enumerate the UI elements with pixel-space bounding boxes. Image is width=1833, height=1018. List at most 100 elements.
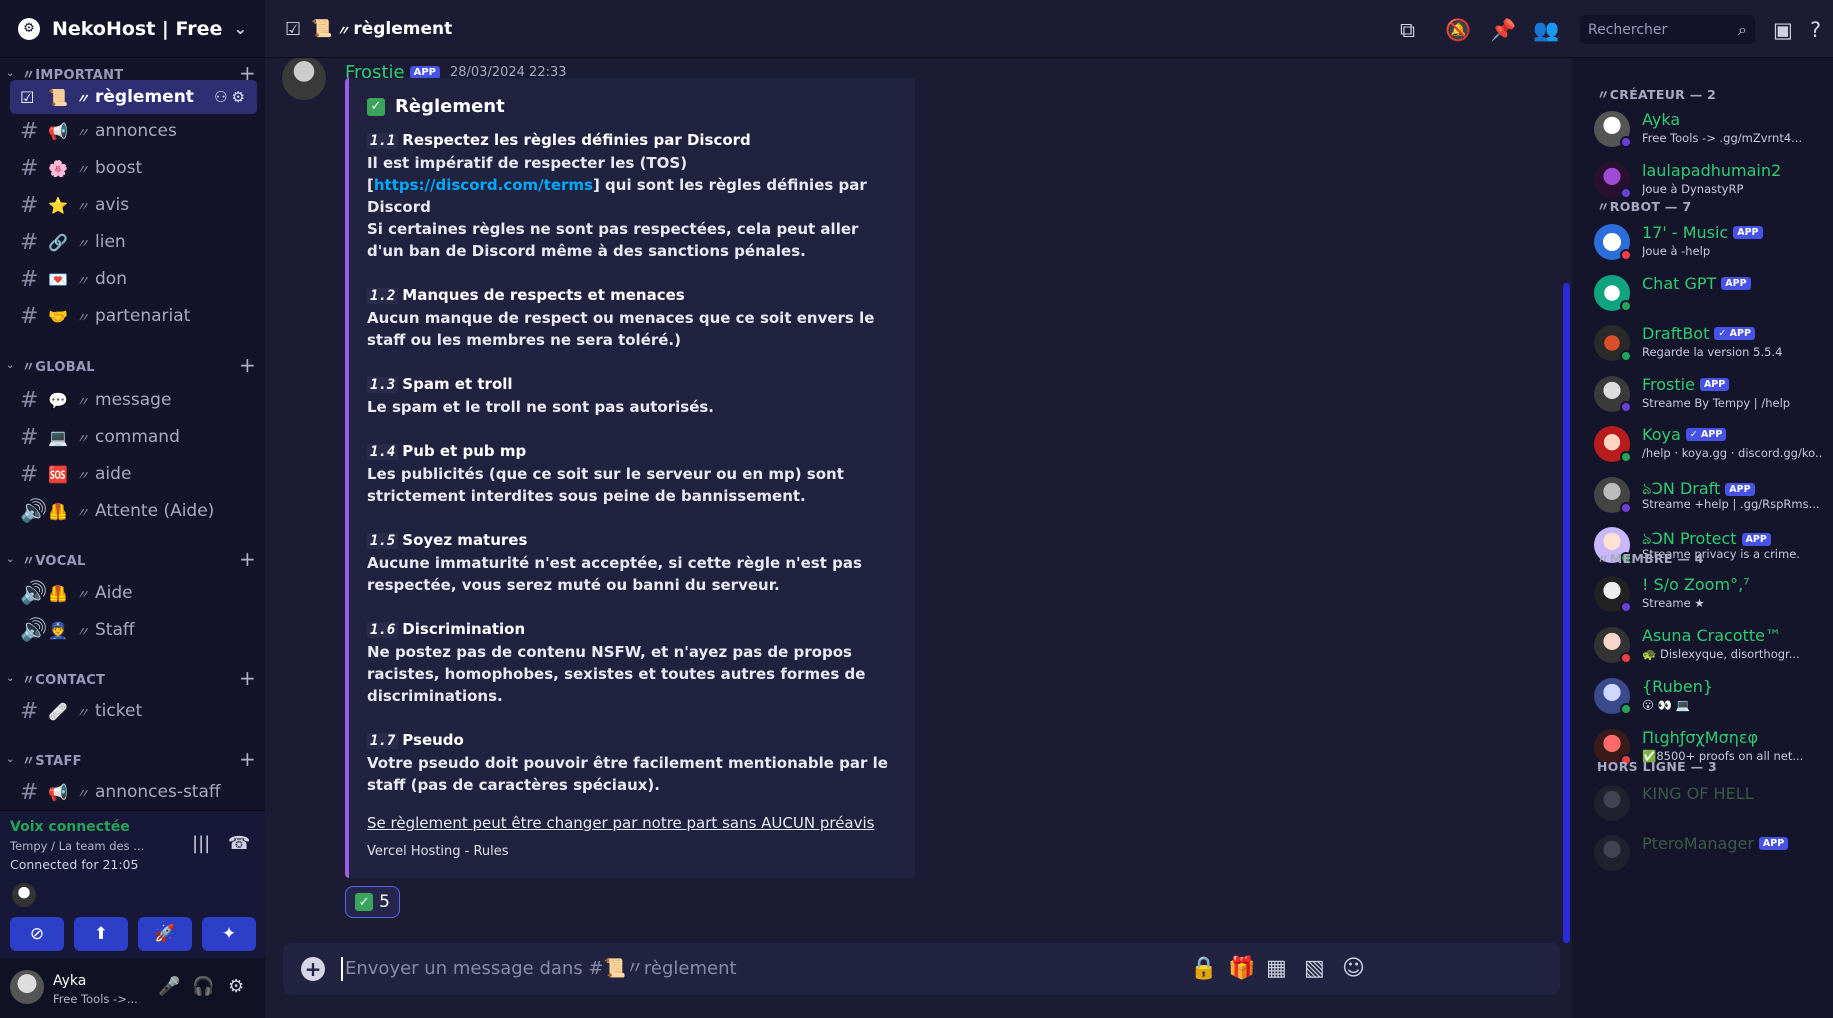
server-header[interactable]: ⚙ NekoHost | Free ⌄ (0, 0, 265, 58)
disconnect-icon[interactable]: ☎ (228, 833, 250, 854)
channel-vocal-aide[interactable]: 🔊 🦺 〃 Aide (10, 576, 257, 610)
member-item[interactable]: PteroManager APP (1594, 832, 1829, 878)
channel-message[interactable]: # 💬 〃 message (10, 383, 257, 417)
channel-reglement[interactable]: ☑ 📜 〃 règlement ⚇⚙ (10, 80, 257, 114)
member-name: Koya ✓ APP (1642, 425, 1727, 444)
status-indicator (1620, 652, 1632, 664)
user-panel: Ayka Free Tools ->... 🎤 🎧 ⚙ (0, 958, 265, 1018)
gif-icon[interactable]: ▦ (1266, 956, 1287, 981)
caret-icon: ⌄ (6, 67, 15, 79)
member-item[interactable]: ঌƆN Draft APP Streame +help | .gg/RspRms..… (1594, 474, 1829, 520)
member-item[interactable]: Frostie APP Streame By Tempy | /help (1594, 373, 1829, 419)
add-channel-icon[interactable]: + (239, 747, 256, 771)
member-item[interactable]: Ayka Free Tools -> .gg/mZvrnt4... (1594, 108, 1829, 154)
channel-attente-aide[interactable]: 🔊 🦺 〃 Attente (Aide) (10, 494, 257, 528)
search-icon[interactable]: ⌕ (1738, 20, 1747, 40)
message-input[interactable]: Envoyer un message dans #📜〃règlement (341, 957, 737, 981)
member-activity: Streame ★ (1642, 596, 1705, 610)
category-vocal[interactable]: ⌄ 〃VOCAL + (6, 547, 256, 571)
chat-scrollbar[interactable] (1560, 58, 1572, 1018)
channel-separator: 〃 (76, 624, 90, 640)
member-item[interactable]: Chat GPT APP (1594, 272, 1829, 318)
threads-icon[interactable]: ⧉ (1400, 18, 1415, 43)
status-indicator (1620, 400, 1632, 413)
gear-icon[interactable]: ⚙ (228, 976, 244, 997)
rule-title: 1.4 Pub et pub mp (367, 440, 897, 463)
channel-vocal-staff[interactable]: 🔊 👮 〃 Staff (10, 613, 257, 647)
rules-icon: ☑ (285, 18, 302, 40)
screen-share-button[interactable]: ⬆ (74, 917, 128, 951)
voice-timer: Connected for 21:05 (10, 857, 139, 872)
mute-icon[interactable]: 🔕 (1445, 18, 1471, 43)
member-item[interactable]: DraftBot ✓ APP Regarde la version 5.5.4 (1594, 322, 1829, 368)
camera-off-button[interactable]: ⊘ (10, 917, 64, 951)
rules-embed: ✓ Règlement 1.1 Respectez les règles défi… (345, 78, 915, 878)
category-staff[interactable]: ⌄ 〃STAFF + (6, 747, 256, 771)
voice-channel[interactable]: Tempy / La team des ... (10, 839, 185, 853)
soundboard-button[interactable]: ✦ (202, 917, 256, 951)
member-item[interactable]: 17' - Music APP Joue à -help (1594, 221, 1829, 267)
app-badge: APP (1741, 533, 1771, 546)
channel-command[interactable]: # 💻 〃 command (10, 420, 257, 454)
channel-partenariat[interactable]: # 🤝 〃 partenariat (10, 299, 257, 333)
channel-boost[interactable]: # 🌸 〃 boost (10, 151, 257, 185)
rule-number: 1.4 (367, 444, 399, 460)
channel-lien[interactable]: # 🔗 〃 lien (10, 225, 257, 259)
gift-icon[interactable]: 🎁 (1228, 956, 1255, 981)
avatar[interactable] (282, 58, 326, 100)
member-activity: Free Tools -> .gg/mZvrnt4... (1642, 131, 1803, 145)
channel-aide[interactable]: # 🆘 〃 aide (10, 457, 257, 491)
channel-avis[interactable]: # ⭐ 〃 avis (10, 188, 257, 222)
headset-icon[interactable]: 🎧 (192, 976, 214, 997)
member-name: {Ruben} (1642, 677, 1714, 696)
add-channel-icon[interactable]: + (239, 547, 256, 571)
emoji-icon[interactable]: ☺ (1342, 956, 1365, 981)
channel-settings-icons[interactable]: ⚇⚙ (214, 88, 249, 106)
voice-activity-icon[interactable]: ||| (192, 833, 210, 854)
channel-ticket[interactable]: # 🩹 〃 ticket (10, 694, 257, 728)
scroll-thumb[interactable] (1563, 283, 1570, 943)
members-icon[interactable]: 👥 (1533, 18, 1559, 43)
sticker-icon[interactable]: ▧ (1304, 956, 1325, 981)
channel-annonces-staff[interactable]: # 📢 〃 annonces-staff (10, 775, 257, 809)
tos-link[interactable]: https://discord.com/terms (374, 176, 593, 194)
member-item[interactable]: ! S/o Zoom°‚⁷ Streame ★ (1594, 573, 1829, 619)
app-badge: APP (1733, 226, 1763, 239)
rule-title: 1.5 Soyez matures (367, 529, 897, 552)
chevron-down-icon[interactable]: ⌄ (234, 19, 247, 38)
avatar[interactable] (12, 883, 36, 907)
status-indicator (1620, 451, 1632, 463)
member-item[interactable]: {Ruben} 😮 👀 💻 (1594, 675, 1829, 721)
search-input[interactable]: Rechercher ⌕ (1580, 15, 1755, 44)
add-channel-icon[interactable]: + (239, 353, 256, 377)
locked-speaker-icon: 🔊 (20, 617, 48, 643)
channel-don[interactable]: # 💌 〃 don (10, 262, 257, 296)
help-icon[interactable]: ? (1810, 18, 1821, 42)
category-contact[interactable]: ⌄ 〃CONTACT + (6, 666, 256, 690)
lock-icon[interactable]: 🔒 (1190, 956, 1217, 981)
member-name: DraftBot ✓ APP (1642, 324, 1755, 343)
activity-button[interactable]: 🚀 (138, 917, 192, 951)
pin-icon[interactable]: 📌 (1490, 18, 1516, 43)
member-item[interactable]: Koya ✓ APP/help · koya.gg · discord.gg/ko… (1594, 423, 1829, 469)
channel-annonces[interactable]: # 📢 〃 annonces (10, 114, 257, 148)
voice-status[interactable]: Voix connectée (10, 819, 130, 835)
category-global[interactable]: ⌄ 〃GLOBAL + (6, 353, 256, 377)
member-item[interactable]: Asuna Cracotte™ 🐢 Dislexyque, disorthogr.… (1594, 624, 1829, 670)
category-label: 〃GLOBAL (22, 359, 95, 375)
inbox-icon[interactable]: ▣ (1773, 18, 1793, 42)
member-item[interactable]: KING OF HELL (1594, 782, 1829, 828)
avatar[interactable] (10, 970, 44, 1004)
rule-title-text: Manques de respects et menaces (402, 286, 685, 304)
caret-icon: ⌄ (6, 672, 15, 684)
rules-list: 1.1 Respectez les règles définies par Dis… (367, 129, 897, 796)
member-name: ! S/o Zoom°‚⁷ (1642, 575, 1750, 594)
reaction-button[interactable]: ✓ 5 (345, 886, 400, 918)
mic-icon[interactable]: 🎤 (158, 976, 180, 997)
user-name[interactable]: Ayka (53, 973, 86, 989)
hash-icon: # (20, 229, 39, 255)
message-composer[interactable]: + Envoyer un message dans #📜〃règlement 🔒… (283, 943, 1560, 995)
add-attachment-icon[interactable]: + (301, 957, 325, 981)
app-badge: ✓ APP (1685, 428, 1727, 441)
add-channel-icon[interactable]: + (239, 666, 256, 690)
